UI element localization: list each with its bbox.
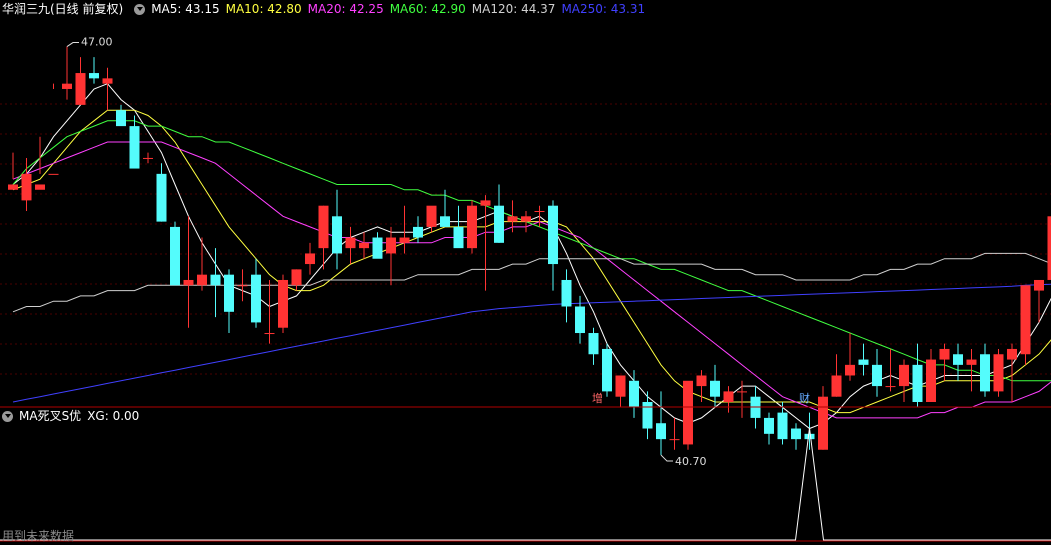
candle[interactable]: [818, 386, 828, 450]
kline-chart[interactable]: 47.00 40.70: [0, 0, 1051, 545]
candle[interactable]: [332, 189, 342, 270]
candle[interactable]: [858, 343, 869, 376]
candle[interactable]: [683, 380, 693, 450]
high-price-label: 47.00: [81, 36, 113, 49]
candle[interactable]: [642, 391, 653, 440]
candle[interactable]: [278, 274, 288, 334]
candle[interactable]: [521, 211, 531, 233]
candle[interactable]: [831, 354, 842, 397]
candle[interactable]: [548, 200, 558, 291]
candle[interactable]: [345, 226, 356, 265]
candle[interactable]: [845, 333, 855, 381]
candle[interactable]: [723, 386, 734, 413]
tag-cai[interactable]: 财: [797, 392, 812, 406]
candle[interactable]: [980, 343, 990, 397]
toggle-indicator-icon[interactable]: [134, 3, 146, 15]
candle[interactable]: [791, 423, 801, 450]
candle[interactable]: [777, 402, 788, 445]
candle[interactable]: [926, 348, 936, 402]
xg-signal-line: [0, 427, 1051, 541]
candle[interactable]: [75, 57, 86, 105]
ma-line-ma20: [12, 141, 1051, 419]
candle[interactable]: [197, 237, 207, 291]
candle[interactable]: [170, 221, 180, 286]
ma-line-ma120: [12, 252, 1051, 313]
candle[interactable]: [372, 232, 383, 259]
candle[interactable]: [899, 359, 909, 402]
candle[interactable]: [494, 184, 504, 243]
xg-value: XG: 0.00: [87, 409, 140, 423]
candle[interactable]: [48, 83, 59, 175]
candle[interactable]: [507, 200, 518, 233]
candle[interactable]: [872, 348, 882, 397]
ma-legend-item: MA250: 43.31: [561, 2, 646, 16]
candle[interactable]: [359, 232, 369, 259]
candle[interactable]: [156, 163, 167, 222]
candle[interactable]: [467, 200, 477, 254]
sub-title: MA死叉S优: [19, 409, 82, 423]
candle[interactable]: [237, 269, 248, 302]
low-pointer: [660, 454, 673, 462]
candle[interactable]: [912, 343, 923, 408]
candle[interactable]: [386, 226, 396, 286]
ma-legend-item: MA10: 42.80: [225, 2, 302, 16]
ma-legend-item: MA60: 42.90: [389, 2, 466, 16]
candle[interactable]: [696, 370, 707, 402]
candle[interactable]: [1047, 216, 1051, 285]
candle[interactable]: [224, 269, 234, 334]
candle[interactable]: [669, 417, 680, 450]
high-pointer: [66, 42, 79, 47]
candle[interactable]: [183, 216, 194, 328]
candle[interactable]: [143, 152, 153, 164]
ma-legend-item: MA120: 44.37: [471, 2, 556, 16]
tag-zeng[interactable]: 增: [590, 392, 605, 406]
ma-legend-items: MA5: 43.15 MA10: 42.80 MA20: 42.25 MA60: 42…: [151, 0, 651, 18]
candle[interactable]: [305, 242, 315, 275]
ma-line-ma5: [12, 83, 1051, 430]
sub-legend: MA死叉S优 XG: 0.00: [0, 407, 145, 425]
xg-indicator: [0, 427, 1051, 541]
stock-title: 华润三九(日线 前复权): [2, 2, 124, 16]
price-grid: [0, 103, 1051, 375]
moving-average-lines: [12, 83, 1051, 430]
candle[interactable]: [89, 57, 99, 84]
ma-line-ma250: [12, 283, 1051, 403]
main-legend: 华润三九(日线 前复权) MA5: 43.15 MA10: 42.80 MA20: …: [0, 0, 651, 18]
candle[interactable]: [251, 258, 261, 328]
candle[interactable]: [399, 205, 410, 254]
candle[interactable]: [615, 375, 626, 408]
candle[interactable]: [35, 136, 45, 190]
candle[interactable]: [588, 327, 599, 365]
ma-line-ma60: [12, 120, 1051, 382]
candle[interactable]: [656, 391, 666, 456]
candle[interactable]: [885, 348, 896, 392]
low-price-label: 40.70: [675, 455, 707, 468]
candle[interactable]: [764, 412, 774, 445]
candlesticks: [8, 46, 1051, 456]
candle[interactable]: [602, 343, 612, 397]
future-data-note: 用到未来数据: [2, 529, 75, 543]
candle[interactable]: [129, 115, 140, 169]
candle[interactable]: [116, 104, 126, 127]
candle[interactable]: [993, 348, 1004, 397]
candle[interactable]: [1020, 285, 1031, 365]
candle[interactable]: [291, 269, 302, 291]
candle[interactable]: [480, 195, 491, 291]
ma-legend-item: MA20: 42.25: [307, 2, 384, 16]
ma-legend-item: MA5: 43.15: [151, 2, 220, 16]
toggle-indicator-icon[interactable]: [2, 410, 13, 422]
candle[interactable]: [62, 46, 72, 100]
candle[interactable]: [264, 279, 275, 344]
